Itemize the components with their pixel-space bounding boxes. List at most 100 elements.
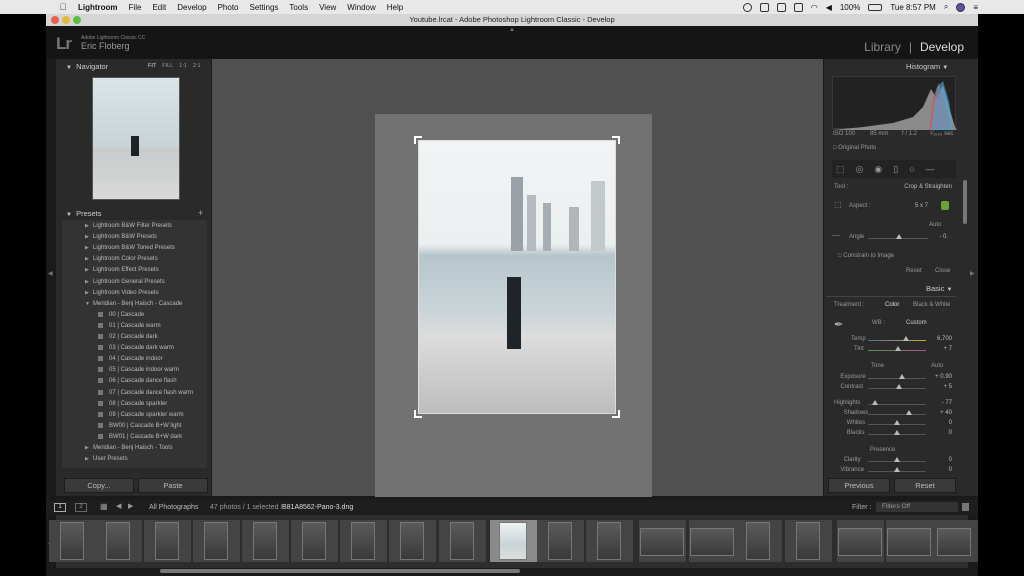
screen-1-button[interactable]: 1 — [54, 503, 66, 512]
copy-button[interactable]: Copy... — [64, 478, 134, 493]
filter-lock-icon[interactable] — [962, 503, 969, 511]
crop-close-button[interactable]: Close — [935, 268, 950, 274]
filmstrip-thumb[interactable] — [241, 520, 289, 562]
disclosure-closed-icon[interactable]: ▶ — [85, 290, 93, 296]
menu-list-icon[interactable]: ≡ — [973, 3, 978, 12]
preset-folder[interactable]: ▶ Lightroom Color Presets — [85, 256, 158, 262]
menu-window[interactable]: Window — [347, 3, 375, 12]
filmstrip-thumb-selected[interactable] — [489, 520, 537, 562]
module-develop[interactable]: Develop — [920, 40, 964, 54]
screen-2-button[interactable]: 2 — [75, 503, 87, 512]
filmstrip-thumb[interactable] — [784, 520, 832, 562]
disclosure-open-icon[interactable]: ▼ — [85, 301, 93, 307]
filmstrip-thumb[interactable] — [290, 520, 338, 562]
preset-folder[interactable]: ▶ Meridian - Benj Haisch - Tools — [85, 445, 173, 451]
slider-knob[interactable] — [894, 457, 900, 462]
siri-icon[interactable] — [956, 2, 966, 12]
screen-icon[interactable] — [776, 2, 786, 12]
apple-icon[interactable]:  — [58, 2, 68, 12]
disclosure-closed-icon[interactable]: ▶ — [85, 256, 93, 262]
original-photo-toggle[interactable]: □ Original Photo — [833, 145, 876, 151]
preset-item[interactable]: BW00 | Cascade B+W light — [98, 422, 181, 429]
disclosure-closed-icon[interactable]: ▶ — [85, 445, 93, 451]
menu-settings[interactable]: Settings — [250, 3, 279, 12]
disclosure-closed-icon[interactable]: ▶ — [85, 223, 93, 229]
temp-value[interactable]: 6,700 — [922, 336, 952, 342]
slider-knob[interactable] — [898, 374, 905, 379]
aspect-lock-icon[interactable] — [941, 201, 949, 210]
preset-item[interactable]: 06 | Cascade dance flash — [98, 378, 177, 384]
filmstrip-thumb[interactable] — [836, 520, 884, 562]
source-label[interactable]: All Photographs — [149, 504, 198, 511]
wb-value[interactable]: Custom — [906, 320, 927, 326]
menu-lightroom[interactable]: Lightroom — [78, 3, 118, 12]
zoom-2-1[interactable]: 2:1 — [193, 63, 201, 69]
filmstrip-thumb[interactable] — [930, 520, 978, 562]
menu-view[interactable]: View — [319, 3, 336, 12]
red-eye-icon[interactable]: ◉ — [874, 164, 882, 175]
filmstrip-thumb[interactable] — [192, 520, 240, 562]
slider-track[interactable] — [868, 414, 926, 415]
grid-view-icon[interactable]: ▦ — [100, 502, 108, 511]
navigator-header[interactable]: ▼ Navigator — [66, 62, 108, 73]
preset-folder[interactable]: ▶ Lightroom B&W Presets — [85, 234, 157, 240]
treatment-color[interactable]: Color — [885, 302, 899, 308]
slider-value[interactable]: + 0.90 — [922, 374, 952, 380]
filmstrip-thumb[interactable] — [339, 520, 387, 562]
basic-header[interactable]: Basic ▼ — [926, 284, 952, 295]
filter-dropdown[interactable]: Filters Off — [876, 502, 958, 512]
record-icon[interactable] — [742, 2, 752, 12]
crop-handle-bottom-right[interactable] — [612, 410, 620, 418]
preset-item[interactable]: 09 | Cascade sparkler warm — [98, 411, 184, 418]
preset-item[interactable]: 03 | Cascade dark warm — [98, 345, 174, 351]
left-panel-toggle-icon[interactable]: ◀ — [48, 270, 53, 277]
slider-knob[interactable] — [895, 384, 902, 389]
dropbox-icon[interactable] — [759, 2, 769, 12]
slider-value[interactable]: 0 — [922, 467, 952, 473]
slider-value[interactable]: + 40 — [922, 410, 952, 416]
slider-track[interactable] — [868, 378, 926, 379]
filmstrip-thumb[interactable] — [143, 520, 191, 562]
module-library[interactable]: Library — [864, 40, 901, 54]
slider-value[interactable]: 0 — [922, 457, 952, 463]
spot-removal-icon[interactable]: ◎ — [856, 164, 864, 175]
slider-value[interactable]: 0 — [922, 430, 952, 436]
slider-knob[interactable] — [905, 410, 912, 415]
straighten-tool-icon[interactable]: ── — [832, 233, 841, 239]
menu-photo[interactable]: Photo — [218, 3, 239, 12]
slider-knob[interactable] — [894, 430, 900, 435]
menu-develop[interactable]: Develop — [177, 3, 206, 12]
preset-folder[interactable]: ▶ User Presets — [85, 456, 128, 462]
temp-slider[interactable] — [868, 340, 926, 341]
preset-item[interactable]: 02 | Cascade dark — [98, 334, 158, 340]
back-arrow-icon[interactable]: ◀ — [116, 502, 121, 510]
filmstrip-thumb[interactable] — [638, 520, 686, 562]
filmstrip-thumb[interactable] — [388, 520, 436, 562]
angle-auto-button[interactable]: Auto — [929, 222, 941, 228]
slider-knob[interactable] — [894, 420, 900, 425]
preset-item[interactable]: 00 | Cascade — [98, 311, 144, 318]
preset-folder[interactable]: ▶ Lightroom B&W Toned Presets — [85, 245, 175, 251]
wifi-icon[interactable]: ◠ — [811, 3, 818, 12]
aspect-icon[interactable]: ⬚ — [834, 200, 842, 209]
top-panel-toggle-icon[interactable]: ▲ — [509, 27, 515, 33]
wb-picker-icon[interactable]: ✒ — [834, 318, 843, 331]
preset-folder[interactable]: ▶ Lightroom B&W Filter Presets — [85, 223, 172, 229]
search-icon[interactable]: ⌕ — [944, 2, 948, 12]
disclosure-closed-icon[interactable]: ▶ — [85, 279, 93, 285]
aspect-value[interactable]: 5 x 7 — [900, 203, 928, 209]
preset-item[interactable]: 05 | Cascade indoor warm — [98, 367, 179, 373]
volume-icon[interactable]: ◀ — [826, 3, 832, 12]
slider-knob[interactable] — [894, 467, 900, 472]
crop-reset-button[interactable]: Reset — [906, 268, 922, 274]
preset-item[interactable]: BW01 | Cascade B+W dark — [98, 433, 182, 440]
histogram-graph[interactable] — [832, 76, 957, 130]
zoom-1-1[interactable]: 1:1 — [179, 63, 187, 69]
crop-handle-bottom-left[interactable] — [414, 410, 422, 418]
preset-folder[interactable]: ▼ Meridian - Benj Haisch - Cascade — [85, 301, 182, 307]
zoom-fill[interactable]: FILL — [162, 63, 173, 69]
preset-item[interactable]: 04 | Cascade indoor — [98, 356, 163, 362]
filmstrip-thumb[interactable] — [885, 520, 933, 562]
preset-item[interactable]: 07 | Cascade dance flash warm — [98, 389, 193, 396]
presets-header[interactable]: ▼ Presets — [66, 209, 102, 220]
